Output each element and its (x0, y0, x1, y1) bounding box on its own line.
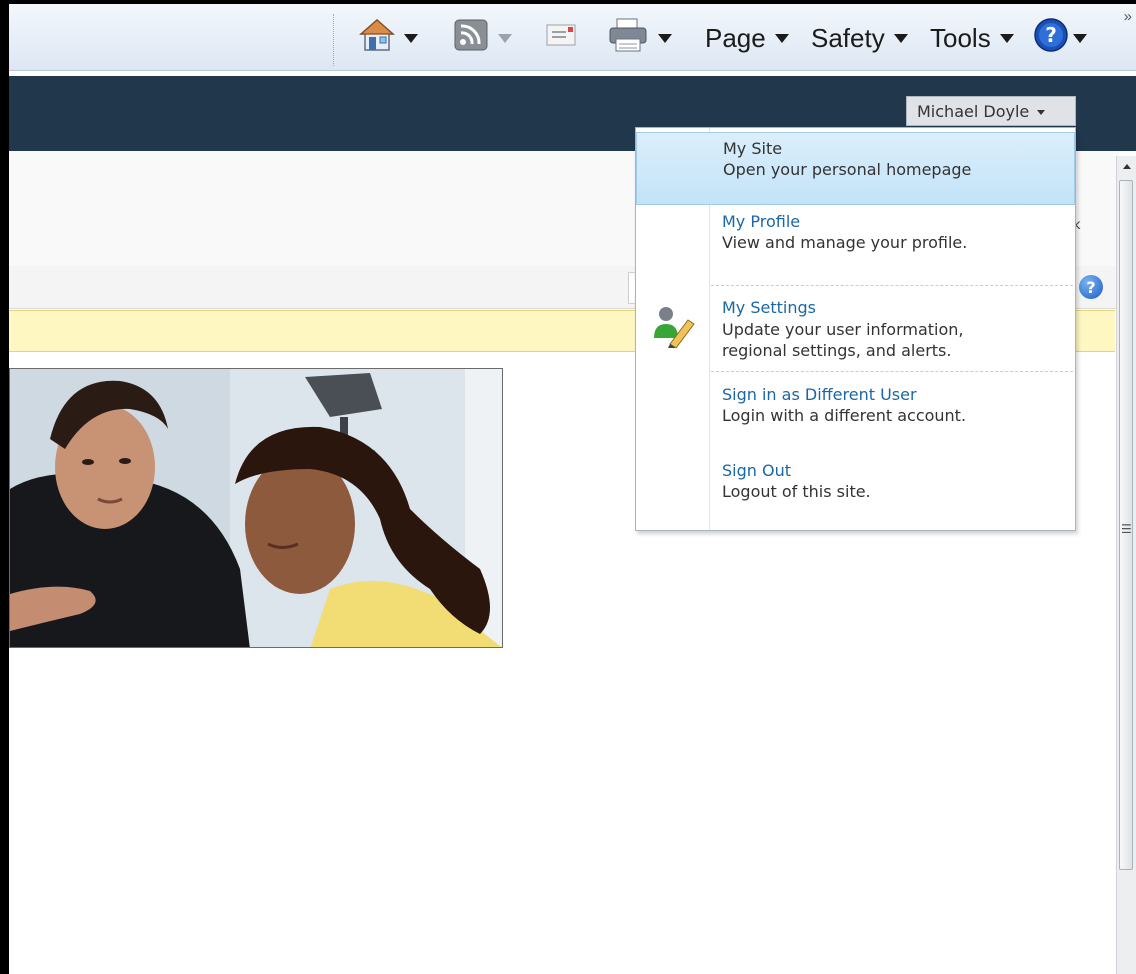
menu-item-sign-out[interactable]: Sign Out Logout of this site. (636, 450, 1075, 526)
menu-item-description: Logout of this site. (722, 482, 871, 501)
print-icon (607, 17, 649, 60)
print-button[interactable] (607, 18, 672, 56)
safety-menu[interactable]: Safety (811, 20, 908, 56)
svg-text:?: ? (1045, 23, 1057, 47)
safety-menu-label: Safety (811, 22, 885, 53)
menu-item-title: My Site (723, 139, 783, 158)
menu-item-title: My Profile (722, 212, 801, 231)
menu-item-title: Sign Out (722, 461, 791, 480)
screenshot-frame-left (0, 0, 9, 974)
chevron-down-icon (1073, 33, 1087, 43)
user-settings-icon (652, 304, 696, 352)
user-dropdown-menu: My Site Open your personal homepage My P… (635, 127, 1076, 531)
chevron-down-icon (893, 33, 908, 43)
rss-feed-icon (453, 18, 489, 59)
menu-item-description: regional settings, and alerts. (722, 341, 952, 360)
menu-item-description: Login with a different account. (722, 406, 967, 425)
menu-item-sign-in-different-user[interactable]: Sign in as Different User Login with a d… (636, 374, 1075, 450)
page-menu-label: Page (705, 22, 766, 53)
chevron-down-icon (1037, 109, 1046, 115)
screenshot-frame-top (0, 0, 1136, 4)
menu-item-description: Update your user information, (722, 320, 964, 339)
user-menu-button[interactable]: Michael Doyle (906, 96, 1076, 126)
help-icon: ? (1033, 17, 1069, 60)
home-dropdown-arrow[interactable] (404, 33, 418, 43)
home-icon (359, 18, 395, 59)
scrollbar-grip-icon: ☰ (1121, 522, 1132, 536)
team-photo-illustration (10, 369, 502, 647)
toolbar-overflow-chevron[interactable]: » (1124, 8, 1132, 25)
menu-divider (711, 285, 1073, 286)
page-menu[interactable]: Page (705, 20, 789, 56)
menu-item-description: View and manage your profile. (722, 233, 968, 252)
menu-divider (711, 371, 1073, 372)
vertical-scrollbar[interactable]: ☰ (1116, 156, 1136, 974)
menu-item-title: Sign in as Different User (722, 385, 917, 404)
menu-item-title: My Settings (722, 298, 816, 317)
menu-item-my-settings[interactable]: My Settings Update your user information… (636, 288, 1075, 370)
user-name: Michael Doyle (917, 101, 1030, 121)
menu-item-my-profile[interactable]: My Profile View and manage your profile. (636, 208, 1075, 282)
chevron-down-icon (774, 33, 789, 43)
ie-command-bar: Page Safety Tools ? » (9, 4, 1136, 71)
tools-menu-label: Tools (930, 22, 991, 53)
help-menu[interactable]: ? (1033, 17, 1087, 56)
read-mail-button[interactable] (544, 20, 578, 56)
feeds-dropdown-arrow[interactable] (498, 33, 512, 43)
tools-menu[interactable]: Tools (930, 20, 1014, 56)
team-photo (9, 368, 503, 648)
print-dropdown-arrow[interactable] (658, 33, 672, 43)
menu-item-description: Open your personal homepage (723, 160, 972, 179)
help-icon[interactable]: ? (1079, 275, 1103, 299)
menu-item-my-site[interactable]: My Site Open your personal homepage (636, 132, 1075, 205)
home-button[interactable] (359, 18, 418, 59)
toolbar-separator (333, 14, 334, 66)
read-mail-icon (544, 20, 578, 57)
scroll-up-arrow-icon[interactable] (1123, 164, 1131, 169)
chevron-down-icon (999, 33, 1014, 43)
feeds-button[interactable] (453, 18, 512, 59)
